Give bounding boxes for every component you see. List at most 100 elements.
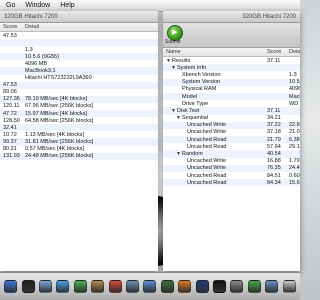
row-score: 84.34 xyxy=(267,179,281,186)
tree-row[interactable]: Drive Type WD 3200BE xyxy=(163,100,300,107)
ichat-icon[interactable] xyxy=(73,280,87,293)
address-book-icon[interactable] xyxy=(91,280,105,293)
row-name: Xbench Version xyxy=(182,71,221,78)
tree-row[interactable]: Uncached Write 16.88 1.79 MB/s xyxy=(163,158,300,165)
tree-row[interactable]: ▼System Info xyxy=(163,64,300,72)
tree-row[interactable]: Xbench Version 1.3 xyxy=(163,71,300,78)
dashboard-icon[interactable] xyxy=(21,280,35,293)
menu-go[interactable]: Go xyxy=(6,2,15,9)
tree-row[interactable]: Uncached Read 57.94 29.12 MB/s xyxy=(163,143,300,150)
row-name-cell: ▼Sequential xyxy=(163,115,267,121)
row-name: Disk Test xyxy=(177,107,200,114)
tree-row[interactable]: ▼Disk Test 37.11 xyxy=(163,107,300,115)
row-detail: 29.12 MB/s xyxy=(289,143,300,150)
table-row[interactable]: Hitachi HTS723232L9A360 xyxy=(0,75,158,82)
menu-help[interactable]: Help xyxy=(60,2,74,9)
row-name-cell: Uncached Write xyxy=(163,165,267,171)
xbench-icon[interactable] xyxy=(247,280,261,293)
row-name: Uncached Read xyxy=(187,143,227,150)
table-row[interactable]: 47.53 xyxy=(0,81,158,89)
table-row[interactable] xyxy=(0,39,158,47)
row-score: 127.36 xyxy=(3,96,20,103)
row-detail: 22.85 MB/s xyxy=(289,122,300,129)
tree-row[interactable]: Physical RAM 4096 MB xyxy=(163,86,300,93)
table-row[interactable]: 47.53 xyxy=(0,32,158,39)
row-detail: 10.5.6 (9G55) xyxy=(25,53,59,60)
folder-icon[interactable] xyxy=(265,280,279,293)
tree-row[interactable]: Uncached Read 84.51 0.60 MB/s xyxy=(163,172,300,179)
results-window-right: 320GB Hitachi 7200 Submit Name Score Det… xyxy=(163,11,300,271)
trash-icon[interactable] xyxy=(282,280,296,293)
iphoto-icon[interactable] xyxy=(160,280,174,293)
row-score: 37.11 xyxy=(267,107,281,114)
finder-icon[interactable] xyxy=(4,280,18,293)
terminal-icon[interactable] xyxy=(213,280,227,293)
table-row[interactable]: 120.11 67.96 MB/sec [256K blocks] xyxy=(0,103,158,110)
tree-row[interactable]: Uncached Read 84.34 15.65 MB/s xyxy=(163,179,300,187)
row-name-cell: Uncached Read xyxy=(163,180,267,186)
column-header-detail[interactable]: Detail xyxy=(25,24,158,30)
tree-row[interactable]: Uncached Write 37.22 22.85 MB/s xyxy=(163,121,300,129)
row-detail: 15.97 MB/sec [4K blocks] xyxy=(25,110,88,117)
table-row[interactable]: 47.72 15.97 MB/sec [4K blocks] xyxy=(0,110,158,118)
firefox-icon[interactable] xyxy=(178,280,192,293)
row-score: 84.51 xyxy=(267,172,281,179)
table-row[interactable]: 10.5.6 (9G55) xyxy=(0,53,158,61)
row-detail: 6.38 MB/s xyxy=(289,136,300,143)
results-tree-body: ▼Results 37.11 ▼System Info Xbench Version 1… xyxy=(163,57,300,187)
tree-row[interactable]: System Version 10.5.6 xyxy=(163,78,300,86)
row-detail: 10.5.6 xyxy=(289,79,300,86)
tree-row[interactable]: Uncached Write 76.35 24.44 MB/s xyxy=(163,164,300,172)
row-name-cell: ▼Results xyxy=(163,58,267,64)
row-name: Uncached Write xyxy=(187,129,227,136)
tree-row[interactable]: ▼Results 37.11 xyxy=(163,57,300,64)
table-row[interactable]: 99.37 31.81 MB/sec [256K blocks] xyxy=(0,138,158,146)
table-row[interactable]: 80.31 0.57 MB/sec [4K blocks] xyxy=(0,146,158,153)
preview-icon[interactable] xyxy=(126,280,140,293)
ical-icon[interactable] xyxy=(108,280,122,293)
tree-row[interactable]: Uncached Write 37.18 21.04 MB/s xyxy=(163,129,300,136)
tree-row[interactable]: ▼Sequential 34.21 xyxy=(163,115,300,122)
table-row[interactable]: 1.3 xyxy=(0,46,158,53)
row-score: 120.11 xyxy=(3,103,20,110)
itunes-icon[interactable] xyxy=(143,280,157,293)
row-name: Uncached Write xyxy=(187,165,227,172)
row-score: 47.53 xyxy=(3,32,17,39)
tree-row[interactable]: Uncached Read 21.79 6.38 MB/s xyxy=(163,136,300,144)
mail-icon[interactable] xyxy=(39,280,53,293)
table-row[interactable]: 127.36 78.19 MB/sec [4K blocks] xyxy=(0,95,158,103)
safari-icon[interactable] xyxy=(56,280,70,293)
row-name: Uncached Write xyxy=(187,122,227,129)
system-preferences-icon[interactable] xyxy=(230,280,244,293)
table-row[interactable]: 10.72 1.13 MB/sec [4K blocks] xyxy=(0,131,158,138)
table-row[interactable]: 32.41 xyxy=(0,124,158,132)
table-row[interactable]: 131.93 24.48 MB/sec [256K blocks] xyxy=(0,152,158,160)
table-row[interactable]: 4096 MB xyxy=(0,60,158,67)
column-header-name[interactable]: Name xyxy=(163,49,267,55)
table-row[interactable]: 128.50 64.58 MB/sec [256K blocks] xyxy=(0,117,158,124)
tree-row[interactable]: ▼Random 40.54 xyxy=(163,150,300,158)
column-header-score[interactable]: Score xyxy=(267,49,289,55)
row-name-cell: Drive Type xyxy=(163,101,267,107)
table-row[interactable]: 89.06 xyxy=(0,89,158,96)
row-score: 57.94 xyxy=(267,143,281,150)
table-row[interactable]: MacBook3,1 xyxy=(0,67,158,75)
row-score: 34.21 xyxy=(267,115,281,122)
menu-window[interactable]: Window xyxy=(25,2,50,9)
row-detail: 24.44 MB/s xyxy=(289,165,300,172)
photoshop-icon[interactable] xyxy=(195,280,209,293)
row-detail: 1.3 xyxy=(289,71,297,78)
column-header-detail[interactable]: Detail xyxy=(289,49,300,55)
row-name-cell: Xbench Version xyxy=(163,72,267,78)
row-detail: 31.81 MB/sec [256K blocks] xyxy=(25,138,94,145)
row-score: 47.72 xyxy=(3,110,17,117)
results-table-body: 47.53 1.3 10.5.6 (9G55) 4096 MB MacBook3,1 Hi… xyxy=(0,32,158,160)
results-window-left: 320GB Hitachi 7200 Score Detail 47.53 1.3… xyxy=(0,11,158,271)
row-detail: 64.58 MB/sec [256K blocks] xyxy=(25,117,94,124)
column-header-score[interactable]: Score xyxy=(0,24,25,30)
window-titlebar[interactable]: 320GB Hitachi 7200 xyxy=(163,11,300,23)
row-detail: 4096 MB xyxy=(289,86,300,93)
tree-row[interactable]: Model MacBook xyxy=(163,92,300,101)
window-titlebar[interactable]: 320GB Hitachi 7200 xyxy=(0,11,158,23)
row-name: Uncached Write xyxy=(187,158,227,165)
